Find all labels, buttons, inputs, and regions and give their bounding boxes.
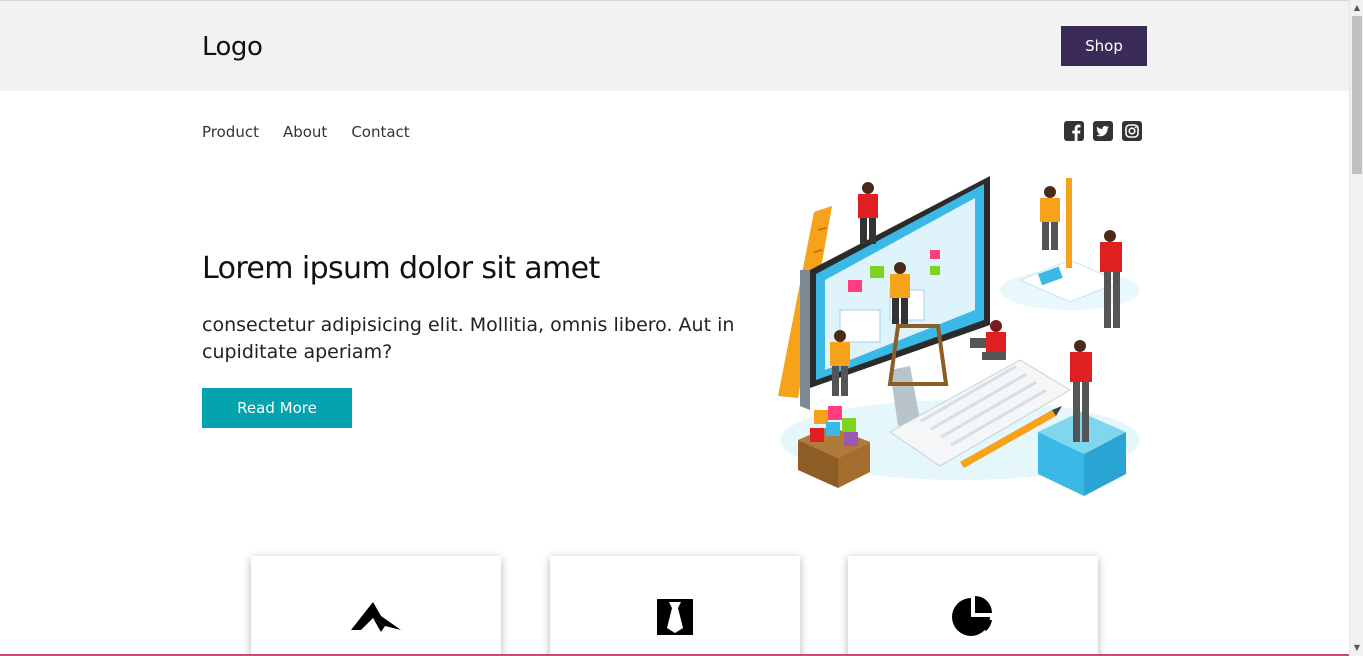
main-nav: Product About Contact (202, 122, 410, 142)
hero-text: consectetur adipisicing elit. Mollitia, … (202, 314, 735, 363)
shop-button[interactable]: Shop (1061, 26, 1147, 66)
facebook-icon[interactable] (1064, 121, 1084, 141)
feature-card (251, 556, 501, 656)
feature-card (848, 556, 1098, 656)
site-header: Logo Shop (0, 1, 1349, 91)
hero-illustration (770, 170, 1150, 505)
nav-link-product[interactable]: Product (202, 122, 259, 142)
hero-title: Lorem ipsum dolor sit amet (202, 251, 600, 286)
social-links (1064, 121, 1142, 141)
read-more-button[interactable]: Read More (202, 388, 352, 428)
vertical-scrollbar[interactable]: ▲ ▼ (1349, 0, 1363, 656)
paper-plane-icon (351, 596, 401, 636)
pie-chart-icon (948, 596, 998, 636)
feature-card (550, 556, 800, 656)
scroll-thumb[interactable] (1352, 16, 1362, 174)
scroll-down-arrow-icon[interactable]: ▼ (1350, 642, 1363, 654)
scroll-up-arrow-icon[interactable]: ▲ (1350, 2, 1363, 14)
nav-link-contact[interactable]: Contact (351, 122, 409, 142)
twitter-icon[interactable] (1093, 121, 1113, 141)
instagram-icon[interactable] (1122, 121, 1142, 141)
nav-link-about[interactable]: About (283, 122, 327, 142)
logo[interactable]: Logo (202, 31, 263, 63)
necktie-icon (650, 596, 700, 636)
